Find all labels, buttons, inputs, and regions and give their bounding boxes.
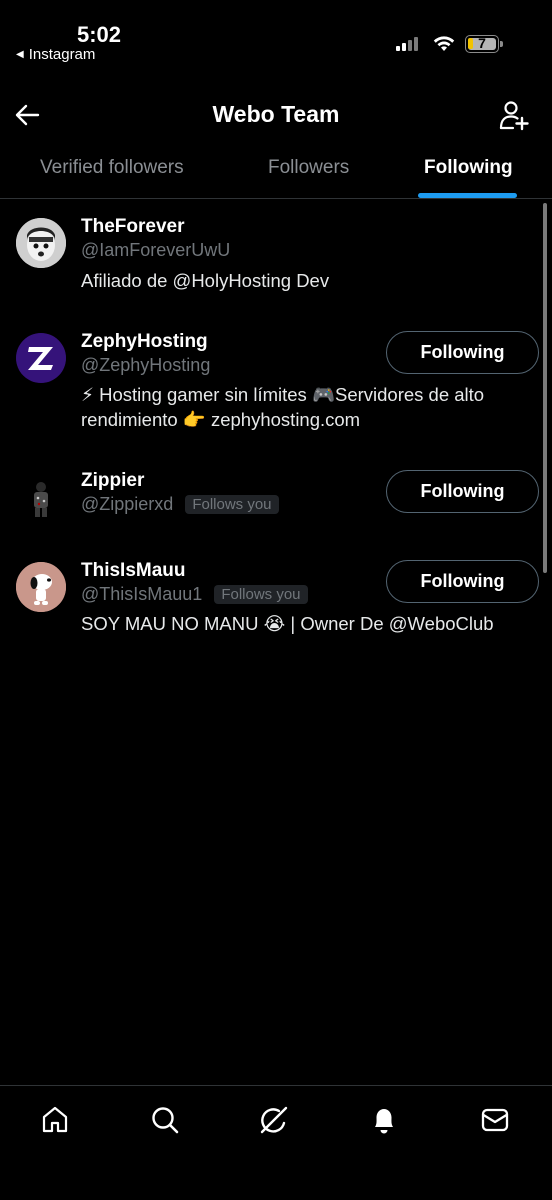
follows-you-badge: Follows you [185,495,279,514]
search-icon[interactable] [147,1102,183,1138]
scrollbar[interactable] [543,203,547,573]
page-title: Webo Team [212,101,340,127]
user-bio: ⚡ Hosting gamer sin límites 🎮Servidores … [81,384,485,430]
following-button[interactable]: Following [386,331,539,374]
cellular-signal-icon [396,37,418,51]
user-handle: @IamForeverUwU [81,240,230,261]
avatar[interactable] [16,562,66,612]
following-button[interactable]: Following [386,560,539,603]
tab-followers[interactable]: Followers [268,157,349,179]
user-handle-text: @ZephyHosting [81,355,211,375]
messages-icon[interactable] [477,1102,513,1138]
user-name[interactable]: TheForever [81,216,184,238]
user-name[interactable]: ThisIsMauu [81,560,186,582]
tab-following[interactable]: Following [424,157,513,179]
battery-nub [500,41,503,47]
user-bio: Afiliado de @HolyHosting Dev [81,270,330,291]
user-handle: @Zippierxd Follows you [81,494,279,515]
user-handle: @ThisIsMauu1 Follows you [81,584,308,605]
add-user-icon[interactable] [498,99,530,131]
following-button[interactable]: Following [386,470,539,513]
user-name[interactable]: ZephyHosting [81,331,208,353]
status-time: 5:02 [77,22,122,47]
tab-verified-followers[interactable]: Verified followers [40,157,184,179]
user-handle: @ZephyHosting [81,355,210,376]
avatar[interactable] [16,218,66,268]
avatar[interactable] [16,472,66,522]
bottom-nav-divider [0,1085,552,1086]
user-handle-text: @IamForeverUwU [81,240,231,260]
wifi-icon [433,36,455,51]
battery-icon: 7 [465,35,499,53]
user-handle-text: @ThisIsMauu1 [81,584,203,604]
avatar[interactable] [16,333,66,383]
user-name[interactable]: Zippier [81,470,144,492]
grok-icon[interactable] [256,1102,292,1138]
home-icon[interactable] [37,1102,73,1138]
back-app-label: Instagram [28,46,96,63]
user-bio: SOY MAU NO MANU 😭 | Owner De @WeboClub [81,613,494,634]
tabs-divider [0,198,552,199]
back-to-app-link[interactable]: ◀ Instagram [16,46,95,63]
back-triangle-icon: ◀ [16,49,24,60]
battery-level: 7 [478,35,486,51]
follows-you-badge: Follows you [214,585,308,604]
notifications-icon[interactable] [366,1102,402,1138]
user-handle-text: @Zippierxd [81,494,174,514]
